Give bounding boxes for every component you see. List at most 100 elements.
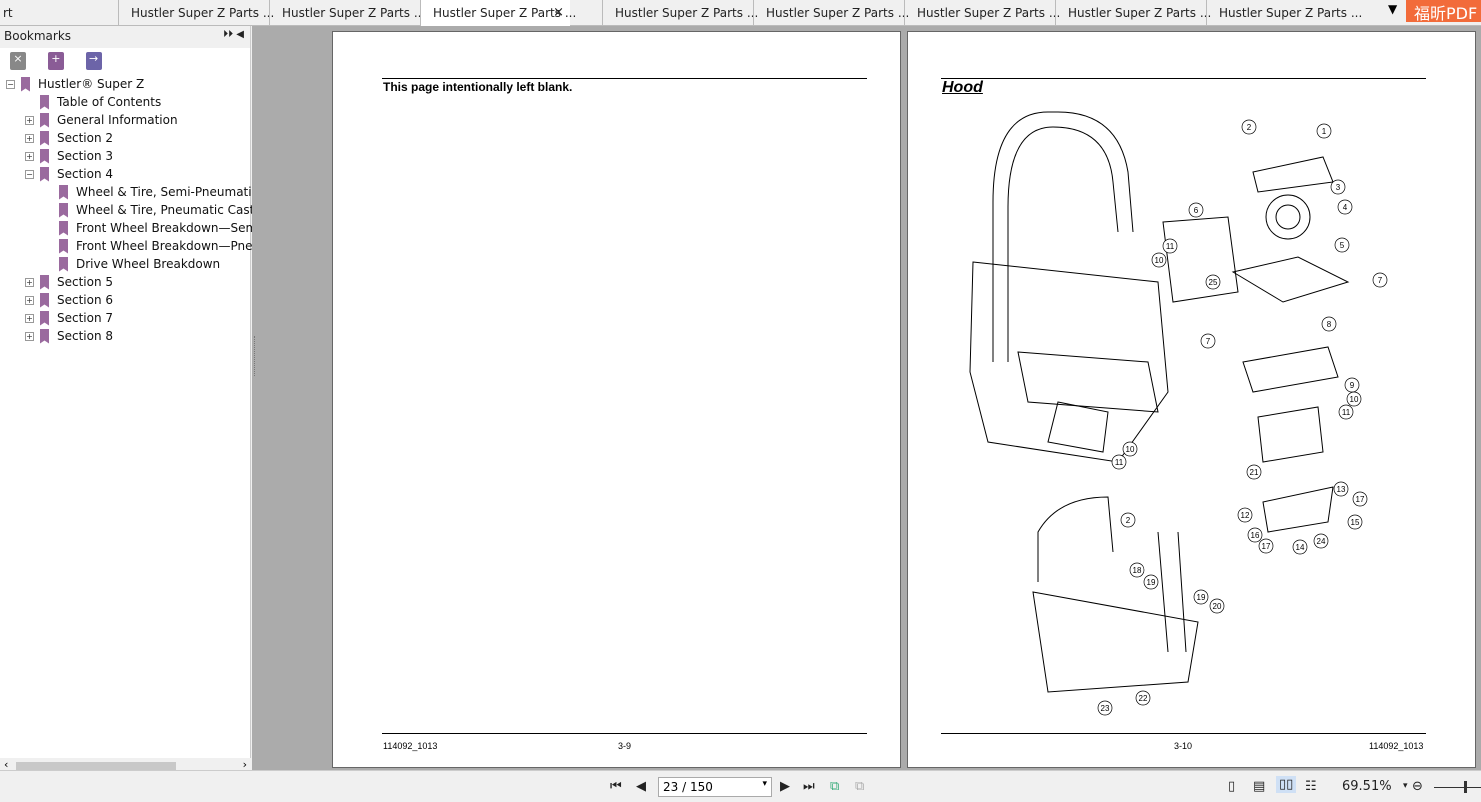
document-tab[interactable]: Hustler Super Z Parts ...: [118, 0, 274, 26]
bookmark-item[interactable]: + Section 7: [25, 309, 113, 327]
tree-leaf: [44, 224, 53, 233]
part-callout: 3: [1330, 179, 1346, 195]
previous-view-icon[interactable]: ⧉: [830, 779, 839, 794]
part-callout: 7: [1200, 333, 1216, 349]
bookmark-item[interactable]: + Section 3: [25, 147, 113, 165]
bookmark-toolbar: × + →: [0, 48, 250, 72]
zoom-slider-thumb[interactable]: [1464, 781, 1467, 793]
footer-page-number: 3-10: [1174, 741, 1193, 751]
part-callout: 16: [1247, 527, 1263, 543]
document-tab[interactable]: Hustler Super Z Parts ...: [753, 0, 909, 26]
single-page-view-icon[interactable]: ▯: [1228, 779, 1235, 794]
tree-leaf: [44, 242, 53, 251]
expand-toggle-icon[interactable]: +: [25, 313, 34, 323]
close-tab-icon[interactable]: ×: [553, 5, 564, 20]
part-callout: 11: [1162, 238, 1178, 254]
expand-toggle-icon[interactable]: −: [6, 79, 15, 89]
first-page-button[interactable]: ⏮: [610, 779, 622, 794]
document-tab[interactable]: Hustler Super Z Parts ...: [904, 0, 1060, 26]
bookmark-item[interactable]: + Section 5: [25, 273, 113, 291]
zoom-out-button[interactable]: ⊖: [1412, 779, 1423, 794]
delete-bookmark-icon[interactable]: ×: [10, 52, 26, 70]
document-tab[interactable]: Hustler Super Z Parts ...: [269, 0, 425, 26]
continuous-view-icon[interactable]: ▤: [1253, 779, 1265, 794]
bookmark-item[interactable]: Wheel & Tire, Pneumatic Caste: [44, 201, 262, 219]
callout-number: 19: [1197, 593, 1206, 602]
part-callout: 12: [1237, 507, 1253, 523]
document-tab[interactable]: Hustler Super Z Parts ...: [1055, 0, 1211, 26]
next-view-icon[interactable]: ⧉: [855, 779, 864, 794]
part-callout: 7: [1372, 272, 1388, 288]
document-tab[interactable]: Hustler Super Z Parts ...: [1206, 0, 1362, 26]
bookmark-label: Wheel & Tire, Pneumatic Caste: [76, 203, 262, 217]
last-page-button[interactable]: ⏭: [803, 779, 815, 794]
bookmark-item[interactable]: Wheel & Tire, Semi-Pneumatic: [44, 183, 258, 201]
bookmark-icon: [59, 238, 68, 254]
document-tab[interactable]: Hustler Super Z Parts ... ×: [420, 0, 576, 27]
bookmark-item[interactable]: + Section 8: [25, 327, 113, 345]
callout-number: 9: [1350, 381, 1355, 390]
bookmark-icon: [40, 148, 49, 164]
bookmark-label: Section 7: [57, 311, 114, 325]
bookmark-label: Wheel & Tire, Semi-Pneumatic: [76, 185, 259, 199]
bookmark-item[interactable]: Front Wheel Breakdown—Sem: [44, 219, 257, 237]
footer-doc-number: 114092_1013: [1369, 741, 1424, 751]
bookmarks-panel: Bookmarks ⏵⏵ ◀ × + → − Hustler® Super Z Ta…: [0, 26, 262, 774]
goto-bookmark-icon[interactable]: →: [85, 52, 102, 70]
blank-page-notice: This page intentionally left blank.: [383, 80, 573, 94]
callout-number: 15: [1351, 518, 1360, 527]
two-page-continuous-icon[interactable]: ☷: [1305, 779, 1317, 794]
panel-resize-handle[interactable]: [254, 336, 257, 376]
zoom-level[interactable]: 69.51%: [1342, 779, 1392, 794]
bookmark-label: Drive Wheel Breakdown: [76, 257, 221, 271]
callout-number: 23: [1101, 704, 1110, 713]
part-callout: 11: [1111, 454, 1127, 470]
bookmark-icon: [59, 184, 68, 200]
prev-page-button[interactable]: ◀: [636, 779, 646, 794]
document-viewer: This page intentionally left blank. 1140…: [252, 26, 1481, 770]
bookmark-item[interactable]: + Section 6: [25, 291, 113, 309]
part-callout: 10: [1346, 391, 1362, 407]
expand-toggle-icon[interactable]: −: [25, 169, 34, 179]
page-number-input[interactable]: 23 / 150 ▾: [658, 777, 772, 797]
bookmark-label: Table of Contents: [57, 95, 162, 109]
bookmark-icon: [40, 112, 49, 128]
zoom-slider[interactable]: [1434, 787, 1481, 788]
document-tab[interactable]: rt: [0, 0, 120, 26]
expand-toggle-icon[interactable]: +: [25, 115, 34, 125]
document-tab[interactable]: Hustler Super Z Parts ...: [602, 0, 758, 26]
callout-number: 20: [1213, 602, 1222, 611]
part-callout: 14: [1292, 539, 1308, 555]
add-bookmark-icon[interactable]: +: [47, 52, 64, 70]
expand-toggle-icon[interactable]: +: [25, 295, 34, 305]
bookmark-item[interactable]: − Section 4: [25, 165, 113, 183]
bookmark-item[interactable]: Drive Wheel Breakdown: [44, 255, 220, 273]
bookmark-label: Section 4: [57, 167, 114, 181]
expand-toggle-icon[interactable]: +: [25, 277, 34, 287]
tree-leaf: [44, 206, 53, 215]
bookmark-item[interactable]: Table of Contents: [25, 93, 161, 111]
bookmark-icon: [40, 130, 49, 146]
expand-toggle-icon[interactable]: +: [25, 151, 34, 161]
footer-doc-number: 114092_1013: [383, 741, 438, 751]
part-callout: 5: [1334, 237, 1350, 253]
next-page-button[interactable]: ▶: [780, 779, 790, 794]
callout-number: 2: [1247, 123, 1252, 132]
expand-toggle-icon[interactable]: +: [25, 133, 34, 143]
bookmark-item[interactable]: + Section 2: [25, 129, 113, 147]
callout-number: 1: [1322, 127, 1327, 136]
tab-list-menu-button[interactable]: ▼: [1388, 2, 1397, 16]
tab-label: Hustler Super Z Parts ...: [131, 6, 275, 20]
bookmark-item[interactable]: Front Wheel Breakdown—Pneu: [44, 237, 260, 255]
expand-toggle-icon[interactable]: +: [25, 331, 34, 341]
zoom-dropdown-icon[interactable]: ▾: [1403, 781, 1408, 791]
bookmark-item[interactable]: − Hustler® Super Z: [6, 75, 144, 93]
callout-number: 4: [1343, 203, 1348, 212]
two-page-view-icon[interactable]: ▯▯: [1276, 776, 1297, 793]
callout-number: 3: [1336, 183, 1341, 192]
bookmark-item[interactable]: + General Information: [25, 111, 178, 129]
status-bar: ⏮ ◀ 23 / 150 ▾ ▶ ⏭ ⧉ ⧉ ▯ ▤ ▯▯ ☷ 69.51% ▾ …: [0, 770, 1481, 802]
panel-collapse-controls[interactable]: ⏵⏵ ◀: [223, 29, 244, 40]
callout-number: 2: [1126, 516, 1131, 525]
footer-page-number: 3-9: [618, 741, 632, 751]
